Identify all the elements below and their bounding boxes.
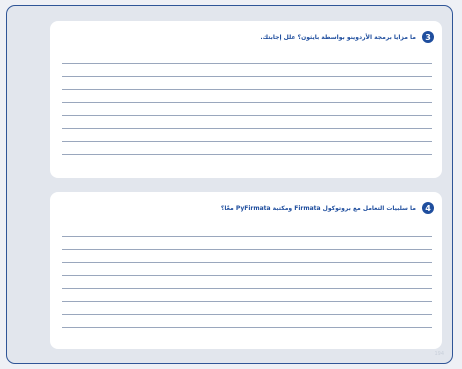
question-card-4: 4 ما سلبيات التعامل مع بروتوكول Firmata …	[50, 192, 442, 349]
answer-line[interactable]	[62, 314, 432, 315]
answer-line[interactable]	[62, 236, 432, 237]
question-header-3: 3 ما مزايا برمجة الأردوينو بواسطة بايثون…	[58, 31, 434, 43]
question-number-badge: 3	[422, 31, 434, 43]
question-text: ما مزايا برمجة الأردوينو بواسطة بايثون؟ …	[260, 33, 416, 41]
answer-line[interactable]	[62, 115, 432, 116]
answer-lines	[62, 236, 432, 340]
answer-line[interactable]	[62, 249, 432, 250]
answer-line[interactable]	[62, 262, 432, 263]
answer-line[interactable]	[62, 154, 432, 155]
answer-line[interactable]	[62, 301, 432, 302]
question-text: ما سلبيات التعامل مع بروتوكول Firmata وم…	[220, 204, 416, 212]
question-header-4: 4 ما سلبيات التعامل مع بروتوكول Firmata …	[58, 202, 434, 214]
answer-line[interactable]	[62, 76, 432, 77]
answer-line[interactable]	[62, 89, 432, 90]
question-number-badge: 4	[422, 202, 434, 214]
answer-line[interactable]	[62, 141, 432, 142]
page-number: 194	[434, 351, 444, 357]
answer-line[interactable]	[62, 327, 432, 328]
answer-line[interactable]	[62, 288, 432, 289]
answer-line[interactable]	[62, 275, 432, 276]
page-frame: 3 ما مزايا برمجة الأردوينو بواسطة بايثون…	[6, 5, 453, 364]
answer-line[interactable]	[62, 63, 432, 64]
answer-line[interactable]	[62, 128, 432, 129]
question-card-3: 3 ما مزايا برمجة الأردوينو بواسطة بايثون…	[50, 21, 442, 178]
answer-lines	[62, 63, 432, 167]
answer-line[interactable]	[62, 102, 432, 103]
